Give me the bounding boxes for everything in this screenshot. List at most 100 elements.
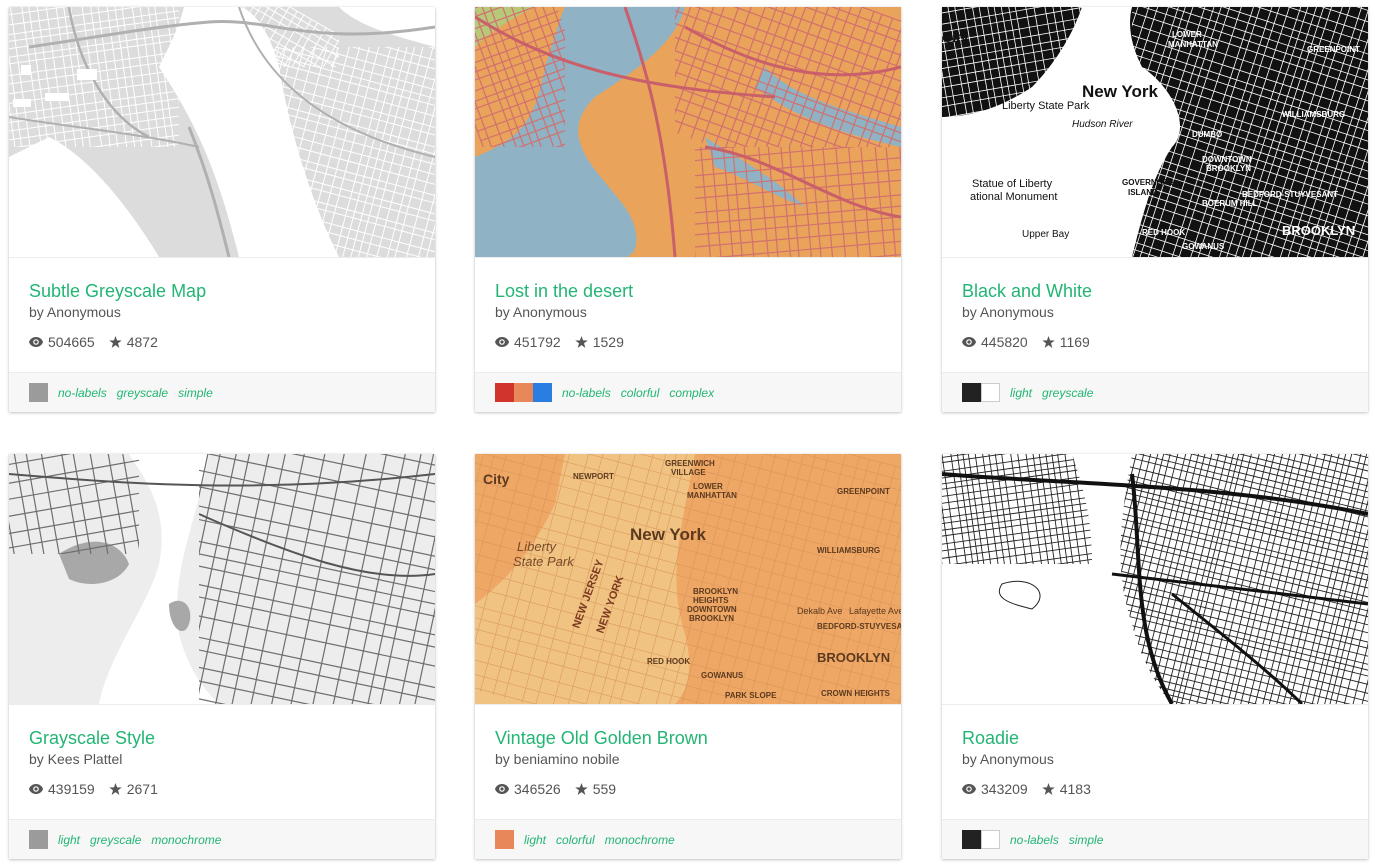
style-card[interactable]: Subtle Greyscale Map by Anonymous 504665 48… [9,7,435,412]
card-body: Black and White by Anonymous 445820 1169 [942,257,1368,372]
style-card[interactable]: New York Liberty State Park City NEWPORT GREE… [475,454,901,859]
svg-text:City: City [483,471,510,487]
card-footer: light greyscale monochrome [9,819,435,859]
color-swatch[interactable] [495,830,514,849]
color-swatch[interactable] [29,830,48,849]
stars-value: 2671 [126,781,158,797]
tag-link[interactable]: no-labels [58,386,107,400]
svg-text:RED HOOK: RED HOOK [647,657,690,666]
style-card[interactable]: New York Statue of Liberty ational Monumen… [942,7,1368,412]
card-footer: no-labels colorful complex [475,372,901,412]
svg-text:BROOKLYN: BROOKLYN [1282,223,1355,238]
svg-text:GOVERNORS: GOVERNORS [1122,178,1175,187]
tag-link[interactable]: greyscale [117,386,168,400]
eye-icon [29,337,43,347]
svg-text:Upper Bay: Upper Bay [1022,229,1069,240]
tag-link[interactable]: light [524,833,546,847]
svg-text:ISLAND: ISLAND [1128,188,1158,197]
views-value: 346526 [514,781,561,797]
tag-link[interactable]: greyscale [90,833,141,847]
svg-text:Liberty: Liberty [517,539,558,554]
style-title-link[interactable]: Roadie [962,727,1019,749]
map-thumbnail[interactable]: New York Statue of Liberty ational Monumen… [942,7,1368,257]
color-swatch[interactable] [495,383,514,402]
svg-text:BEDFORD-STUYVESANT: BEDFORD-STUYVESANT [1242,190,1338,199]
map-thumbnail[interactable] [9,454,435,704]
color-swatch[interactable] [533,383,552,402]
stars-count: 559 [574,780,616,798]
map-thumbnail[interactable]: New York Liberty State Park City NEWPORT GREE… [475,454,901,704]
stars-count: 4183 [1041,780,1091,798]
color-swatches [962,383,1000,402]
style-card[interactable]: Roadie by Anonymous 343209 4183 no-labels sim… [942,454,1368,859]
map-thumbnail[interactable] [9,7,435,257]
card-body: Grayscale Style by Kees Plattel 439159 2671 [9,704,435,819]
svg-text:BOERUM HILL: BOERUM HILL [1202,199,1258,208]
svg-text:Hudson River: Hudson River [1072,119,1133,130]
svg-text:MANHATTAN: MANHATTAN [687,491,737,500]
eye-icon [495,784,509,794]
star-icon [108,336,122,348]
views-count: 343209 [962,780,1028,798]
tag-link[interactable]: light [1010,386,1032,400]
color-swatch[interactable] [962,830,981,849]
card-body: Vintage Old Golden Brown by beniamino nob… [475,704,901,819]
map-thumbnail[interactable] [942,454,1368,704]
svg-text:Statue of Liberty: Statue of Liberty [972,178,1053,190]
style-title-link[interactable]: Vintage Old Golden Brown [495,727,708,749]
card-footer: no-labels greyscale simple [9,372,435,412]
svg-text:State Park: State Park [513,554,575,569]
style-title-link[interactable]: Grayscale Style [29,727,155,749]
card-footer: light colorful monochrome [475,819,901,859]
star-icon [574,783,588,795]
tag-link[interactable]: colorful [556,833,595,847]
svg-text:BROOKLYN: BROOKLYN [693,587,738,596]
star-icon [1041,783,1055,795]
style-stats: 451792 1529 [495,333,881,351]
svg-text:LOWER: LOWER [693,482,723,491]
svg-text:Liberty State Park: Liberty State Park [1002,100,1090,112]
tag-link[interactable]: complex [669,386,714,400]
svg-text:New York: New York [630,525,706,544]
svg-text:BROOKLYN: BROOKLYN [1206,164,1251,173]
tag-link[interactable]: monochrome [605,833,675,847]
card-body: Subtle Greyscale Map by Anonymous 504665 48… [9,257,435,372]
style-card[interactable]: Lost in the desert by Anonymous 451792 1529… [475,7,901,412]
svg-text:CROWN HEIGHTS: CROWN HEIGHTS [821,689,891,698]
style-title-link[interactable]: Black and White [962,280,1092,302]
stars-count: 2671 [108,780,158,798]
tag-link[interactable]: colorful [621,386,660,400]
style-title-link[interactable]: Subtle Greyscale Map [29,280,206,302]
svg-text:WILLIAMSBURG: WILLIAMSBURG [817,546,880,555]
stars-count: 1529 [574,333,624,351]
eye-icon [495,337,509,347]
color-swatch[interactable] [29,383,48,402]
star-icon [574,336,588,348]
tag-link[interactable]: greyscale [1042,386,1093,400]
style-stats: 343209 4183 [962,780,1348,798]
tag-link[interactable]: simple [178,386,213,400]
tag-link[interactable]: no-labels [1010,833,1059,847]
tag-link[interactable]: monochrome [151,833,221,847]
color-swatch[interactable] [981,830,1000,849]
svg-text:GOWANUS: GOWANUS [701,671,744,680]
views-value: 445820 [981,334,1028,350]
style-author: by Anonymous [29,304,121,320]
color-swatch[interactable] [981,383,1000,402]
svg-text:BEDFORD-STUYVESANT: BEDFORD-STUYVESANT [817,622,901,631]
stars-count: 4872 [108,333,158,351]
color-swatch[interactable] [962,383,981,402]
svg-text:GREENWICH: GREENWICH [665,459,715,468]
style-card[interactable]: Grayscale Style by Kees Plattel 439159 2671… [9,454,435,859]
color-swatches [962,830,1000,849]
map-thumbnail[interactable] [475,7,901,257]
tag-link[interactable]: light [58,833,80,847]
views-count: 445820 [962,333,1028,351]
svg-text:RED HOOK: RED HOOK [1142,228,1185,237]
tag-link[interactable]: no-labels [562,386,611,400]
color-swatch[interactable] [514,383,533,402]
style-title-link[interactable]: Lost in the desert [495,280,633,302]
views-count: 346526 [495,780,561,798]
tag-link[interactable]: simple [1069,833,1104,847]
color-swatches [29,383,48,402]
